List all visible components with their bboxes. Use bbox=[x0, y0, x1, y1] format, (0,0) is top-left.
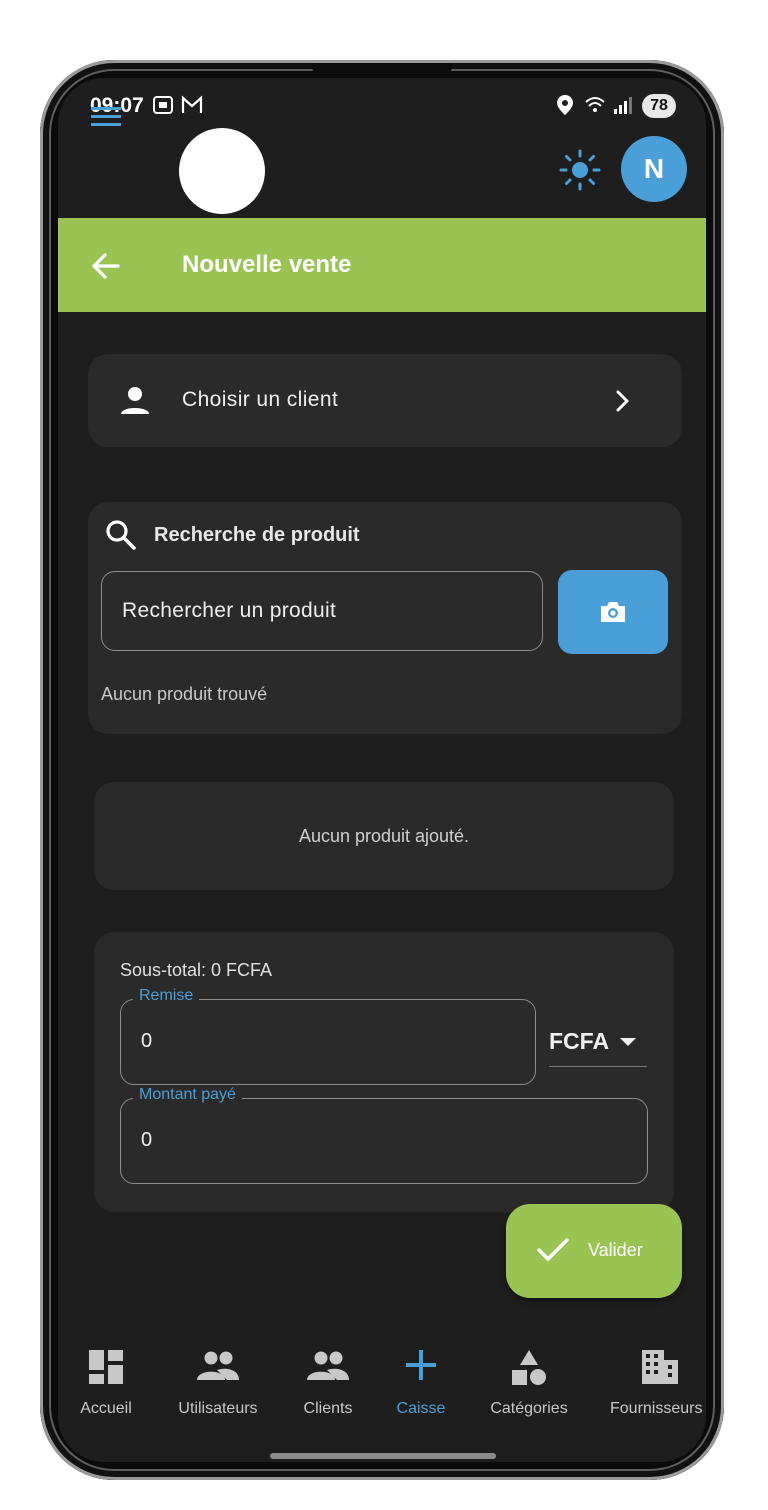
nav-item-caisse[interactable]: Caisse bbox=[384, 1348, 458, 1424]
camera-icon bbox=[601, 602, 625, 622]
page-header: Nouvelle vente bbox=[58, 218, 706, 312]
check-icon bbox=[537, 1238, 569, 1261]
category-shapes-icon bbox=[512, 1350, 546, 1385]
battery-indicator: 78 bbox=[642, 94, 676, 118]
top-bar bbox=[58, 134, 706, 218]
back-arrow-icon[interactable] bbox=[88, 248, 124, 284]
wifi-icon bbox=[585, 97, 605, 112]
nav-label-caisse: Caisse bbox=[396, 1400, 446, 1417]
signal-icon bbox=[614, 97, 632, 114]
nav-label-accueil: Accueil bbox=[80, 1400, 132, 1417]
app-screen: 09:07 78 N Nouvelle vente Choisir un cli… bbox=[58, 78, 706, 1462]
validate-button[interactable]: Valider bbox=[506, 1204, 682, 1298]
amount-paid-label: Montant payé bbox=[133, 1086, 242, 1104]
cart-card: Aucun produit ajouté. bbox=[94, 782, 674, 890]
plus-icon bbox=[406, 1350, 436, 1380]
choose-client-label: Choisir un client bbox=[182, 388, 339, 411]
product-search-title: Recherche de produit bbox=[154, 524, 360, 546]
nav-label-clients: Clients bbox=[303, 1400, 353, 1417]
menu-icon[interactable] bbox=[88, 98, 124, 134]
validate-label: Valider bbox=[588, 1240, 643, 1260]
nav-item-utilisateurs[interactable]: Utilisateurs bbox=[170, 1348, 266, 1424]
no-product-found-text: Aucun produit trouvé bbox=[101, 684, 268, 704]
dashboard-icon bbox=[89, 1350, 123, 1384]
nav-item-fournisseurs[interactable]: Fournisseurs bbox=[608, 1348, 706, 1424]
status-bar: 09:07 78 bbox=[58, 78, 706, 134]
light-mode-icon[interactable] bbox=[558, 148, 602, 192]
app-logo bbox=[179, 128, 265, 214]
discount-value: 0 bbox=[141, 1030, 153, 1052]
currency-value: FCFA bbox=[549, 1028, 610, 1054]
dropdown-arrow-icon bbox=[620, 1038, 636, 1046]
amount-paid-field[interactable]: Montant payé 0 bbox=[120, 1086, 648, 1184]
choose-client-button[interactable]: Choisir un client bbox=[88, 354, 682, 447]
bottom-navigation: Accueil Utilisateurs Clients Caisse Caté… bbox=[58, 1336, 706, 1462]
subtotal-text: Sous-total: 0 FCFA bbox=[120, 960, 273, 980]
building-icon bbox=[642, 1350, 678, 1384]
nav-item-categories[interactable]: Catégories bbox=[482, 1348, 576, 1424]
screenshot-icon bbox=[153, 96, 173, 114]
nav-label-fournisseurs: Fournisseurs bbox=[610, 1400, 703, 1417]
scan-barcode-button[interactable] bbox=[558, 570, 668, 654]
nav-label-utilisateurs: Utilisateurs bbox=[178, 1400, 258, 1417]
user-avatar[interactable]: N bbox=[621, 136, 687, 202]
location-icon bbox=[557, 95, 573, 115]
gmail-icon bbox=[181, 95, 203, 113]
people-icon bbox=[307, 1351, 349, 1380]
people-icon bbox=[197, 1351, 239, 1380]
home-indicator[interactable] bbox=[270, 1453, 496, 1459]
phone-notch bbox=[312, 63, 452, 75]
nav-item-clients[interactable]: Clients bbox=[290, 1348, 366, 1424]
cart-empty-text: Aucun produit ajouté. bbox=[298, 826, 470, 846]
discount-field[interactable]: Remise 0 bbox=[120, 987, 536, 1085]
product-search-input[interactable]: Rechercher un produit bbox=[101, 571, 543, 651]
amount-paid-value: 0 bbox=[141, 1129, 153, 1151]
nav-item-accueil[interactable]: Accueil bbox=[66, 1348, 146, 1424]
chevron-right-icon bbox=[616, 390, 629, 412]
person-icon bbox=[121, 387, 149, 414]
discount-label: Remise bbox=[133, 987, 200, 1005]
nav-label-categories: Catégories bbox=[490, 1400, 568, 1417]
currency-select[interactable]: FCFA bbox=[549, 1026, 647, 1067]
search-icon bbox=[106, 520, 136, 550]
product-search-card: Recherche de produit Rechercher un produ… bbox=[88, 502, 682, 734]
page-title: Nouvelle vente bbox=[182, 251, 352, 278]
totals-card: Sous-total: 0 FCFA Remise 0 FCFA Montant… bbox=[94, 932, 674, 1212]
